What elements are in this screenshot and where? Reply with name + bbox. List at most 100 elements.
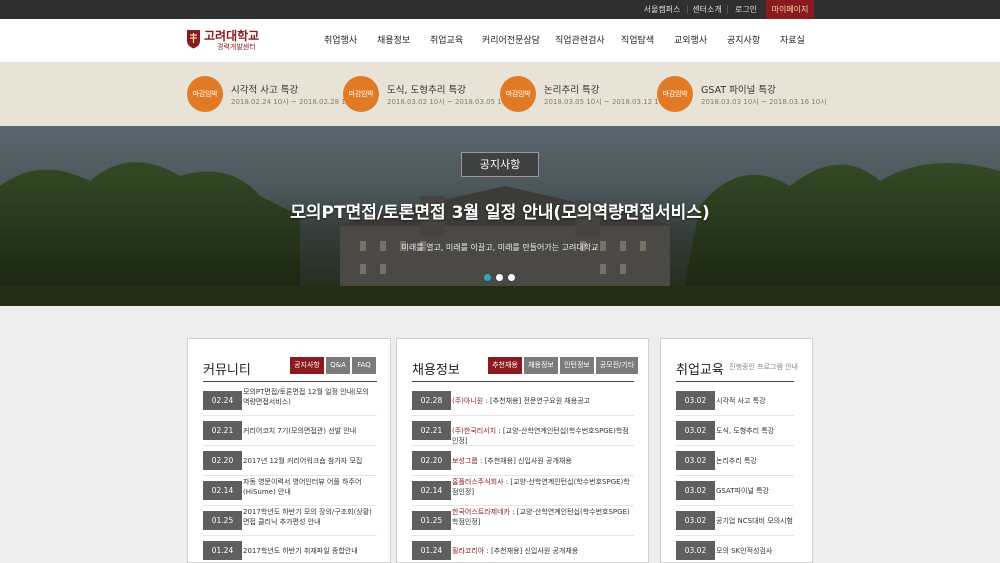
list-item[interactable]: 02.24 모의PT면접/토론면접 12월 일정 안내(모의역량면접서비스) bbox=[203, 386, 377, 416]
list-item[interactable]: 03.02 논리추리 특강 bbox=[676, 446, 794, 476]
list-item[interactable]: 02.21 (주)한국리서치 : [교양-산학연계인턴십(학수번호SPGE)학점… bbox=[412, 416, 634, 446]
mypage-link[interactable]: 마이페이지 bbox=[766, 0, 814, 19]
row-date: 01.25 bbox=[203, 511, 242, 530]
row-text: 자동 영문이력서 영어인터뷰 어플 하주어(HiSume) 안내 bbox=[243, 478, 362, 496]
logo-name: 고려대학교 bbox=[204, 29, 260, 43]
row-text: 휠라코리아 : [추천채용] 신입사원 공개채용 bbox=[452, 546, 634, 556]
list-item[interactable]: 01.25 한국어스트라제네카 : [교양-산학연계인턴십(학수번호SPGE)학… bbox=[412, 506, 634, 536]
tab-internships[interactable]: 인턴정보 bbox=[560, 357, 594, 374]
site-logo[interactable]: 고려대학교 경력개발센터 bbox=[186, 29, 266, 55]
list-item[interactable]: 02.20 2017년 12월 커리어워크숍 참가자 모집 bbox=[203, 446, 377, 476]
posting-title: : [추천채용] 신입사원 공개채용 bbox=[477, 457, 572, 465]
hero-headline[interactable]: 모의PT면접/토론면접 3월 일정 안내(모의역량면접서비스) bbox=[0, 198, 1000, 223]
list-item[interactable]: 01.25 2017학년도 하반기 모의 장의/구조회(상황) 면접 클리닉 추… bbox=[203, 506, 377, 536]
deadline-badge: 마감임박 bbox=[343, 76, 379, 112]
row-text: 한국어스트라제네카 : [교양-산학연계인턴십(학수번호SPGE)학점인정] bbox=[452, 507, 634, 527]
row-text: 도식, 도형추리 특강 bbox=[716, 427, 775, 435]
list-item[interactable]: 03.02 공기업 NCS대비 모의시험 bbox=[676, 506, 794, 536]
deadline-strip: 마감임박 시각적 사고 특강 2018.02.24 10시 ~ 2018.02.… bbox=[0, 63, 1000, 126]
row-date: 02.14 bbox=[203, 481, 242, 500]
list-item[interactable]: 02.28 (주)아니원 : [추천채용] 전문연구요원 채용공고 bbox=[412, 386, 634, 416]
row-date: 03.02 bbox=[676, 541, 715, 560]
deadline-title: 시각적 사고 특강 bbox=[231, 85, 299, 96]
row-text: (주)아니원 : [추천채용] 전문연구요원 채용공고 bbox=[452, 396, 634, 406]
deadline-title: 도식, 도형추리 특강 bbox=[387, 85, 466, 96]
job-info-title: 채용정보 bbox=[412, 363, 460, 378]
list-item[interactable]: 01.24 2017학년도 하반기 취재파일 종합안내 bbox=[203, 536, 377, 562]
nav-job-info[interactable]: 채용정보 bbox=[377, 19, 410, 63]
list-item[interactable]: 03.02 도식, 도형추리 특강 bbox=[676, 416, 794, 446]
nav-notices[interactable]: 공지사항 bbox=[727, 19, 760, 63]
deadline-badge: 마감임박 bbox=[657, 76, 693, 112]
row-date: 03.02 bbox=[676, 511, 715, 530]
tab-faq[interactable]: FAQ bbox=[352, 357, 376, 374]
slide-indicator-3[interactable] bbox=[508, 274, 515, 281]
nav-career-events[interactable]: 취업행사 bbox=[324, 19, 357, 63]
deadline-badge: 마감임박 bbox=[500, 76, 536, 112]
nav-resources[interactable]: 자료실 bbox=[780, 19, 805, 63]
divider bbox=[412, 381, 634, 382]
divider bbox=[203, 381, 377, 382]
university-emblem-icon bbox=[187, 30, 200, 49]
tab-recommended[interactable]: 추천채용 bbox=[488, 357, 522, 374]
hero-subline: 미래를 열고, 미래를 이끌고, 미래를 만들어가는 고려대학교 bbox=[401, 243, 599, 252]
row-text: 홈플러스주식회사 : [교양-산학연계인턴십(학수번호SPGE)학점인정] bbox=[452, 477, 634, 497]
slide-indicator-1[interactable] bbox=[484, 274, 491, 281]
deadline-date: 2018.03.02 10시 ~ 2018.03.05 10시 bbox=[387, 98, 513, 106]
row-text: GSAT파이널 특강 bbox=[716, 487, 769, 495]
tab-notices[interactable]: 공지사항 bbox=[290, 357, 324, 374]
nav-career-counseling[interactable]: 커리어전문상담 bbox=[482, 19, 540, 63]
deadline-date: 2018.02.24 10시 ~ 2018.02.28 10시 bbox=[231, 98, 357, 106]
community-panel: 커뮤니티 공지사항 Q&A FAQ 02.24 모의PT면접/토론면접 12월 … bbox=[187, 338, 391, 563]
tab-job-postings[interactable]: 채용정보 bbox=[524, 357, 558, 374]
deadline-title: GSAT 파이널 특강 bbox=[701, 85, 776, 96]
list-item[interactable]: 02.20 보성그룹 : [추천채용] 신입사원 공개채용 bbox=[412, 446, 634, 476]
logo-subtitle: 경력개발센터 bbox=[217, 43, 256, 51]
career-education-panel: 취업교육 진행중인 프로그램 안내 03.02 시각적 사고 특강 03.02 … bbox=[660, 338, 813, 563]
community-title: 커뮤니티 bbox=[203, 363, 251, 378]
company-name: 휠라코리아 bbox=[452, 547, 485, 555]
row-text: 2017년 12월 커리어워크숍 참가자 모집 bbox=[243, 457, 363, 465]
nav-external-events[interactable]: 교외행사 bbox=[674, 19, 707, 63]
job-tabs: 추천채용 채용정보 인턴정보 공모전/기타 bbox=[488, 357, 638, 374]
center-intro-link[interactable]: 센터소개 bbox=[688, 0, 726, 19]
divider bbox=[676, 381, 794, 382]
row-text: 모의PT면접/토론면접 12월 일정 안내(모의역량면접서비스) bbox=[243, 388, 369, 406]
company-name: (주)아니원 bbox=[452, 397, 484, 405]
row-date: 02.14 bbox=[412, 481, 451, 500]
row-text: (주)한국리서치 : [교양-산학연계인턴십(학수번호SPGE)학점인정] bbox=[452, 426, 634, 446]
row-date: 02.21 bbox=[203, 421, 242, 440]
row-text: 보성그룹 : [추천채용] 신입사원 공개채용 bbox=[452, 456, 634, 466]
list-item[interactable]: 03.02 모의 SK인적성검사 bbox=[676, 536, 794, 562]
row-date: 03.02 bbox=[676, 421, 715, 440]
row-date: 02.24 bbox=[203, 391, 242, 410]
list-item[interactable]: 02.21 커리어코치 7기(모의면접관) 선발 안내 bbox=[203, 416, 377, 446]
slide-indicator-2[interactable] bbox=[496, 274, 503, 281]
row-date: 03.02 bbox=[676, 481, 715, 500]
company-name: 한국어스트라제네카 bbox=[452, 508, 510, 516]
list-item[interactable]: 02.14 홈플러스주식회사 : [교양-산학연계인턴십(학수번호SPGE)학점… bbox=[412, 476, 634, 506]
login-link[interactable]: 로그인 bbox=[728, 0, 764, 19]
list-item[interactable]: 03.02 시각적 사고 특강 bbox=[676, 386, 794, 416]
nav-career-education[interactable]: 취업교육 bbox=[430, 19, 463, 63]
tab-qna[interactable]: Q&A bbox=[326, 357, 350, 374]
company-name: 홈플러스주식회사 bbox=[452, 478, 504, 486]
hero-banner[interactable]: 공지사항 모의PT면접/토론면접 3월 일정 안내(모의역량면접서비스) 미래를… bbox=[0, 126, 1000, 306]
deadline-badge: 마감임박 bbox=[187, 76, 223, 112]
row-text: 2017학년도 하반기 취재파일 종합안내 bbox=[243, 547, 358, 555]
list-item[interactable]: 02.14 자동 영문이력서 영어인터뷰 어플 하주어(HiSume) 안내 bbox=[203, 476, 377, 506]
row-date: 01.24 bbox=[412, 541, 451, 560]
list-item[interactable]: 01.24 휠라코리아 : [추천채용] 신입사원 공개채용 bbox=[412, 536, 634, 562]
company-name: (주)한국리서치 bbox=[452, 427, 497, 435]
row-text: 모의 SK인적성검사 bbox=[716, 547, 773, 555]
nav-job-exploration[interactable]: 직업탐색 bbox=[621, 19, 654, 63]
career-education-title: 취업교육 bbox=[676, 363, 724, 378]
list-item[interactable]: 03.02 GSAT파이널 특강 bbox=[676, 476, 794, 506]
row-date: 02.20 bbox=[412, 451, 451, 470]
row-date: 03.02 bbox=[676, 391, 715, 410]
tab-contests[interactable]: 공모전/기타 bbox=[596, 357, 638, 374]
row-date: 02.20 bbox=[203, 451, 242, 470]
seoul-campus-link[interactable]: 서울캠퍼스 bbox=[638, 0, 686, 19]
nav-job-tests[interactable]: 직업관련검사 bbox=[555, 19, 605, 63]
row-date: 03.02 bbox=[676, 451, 715, 470]
